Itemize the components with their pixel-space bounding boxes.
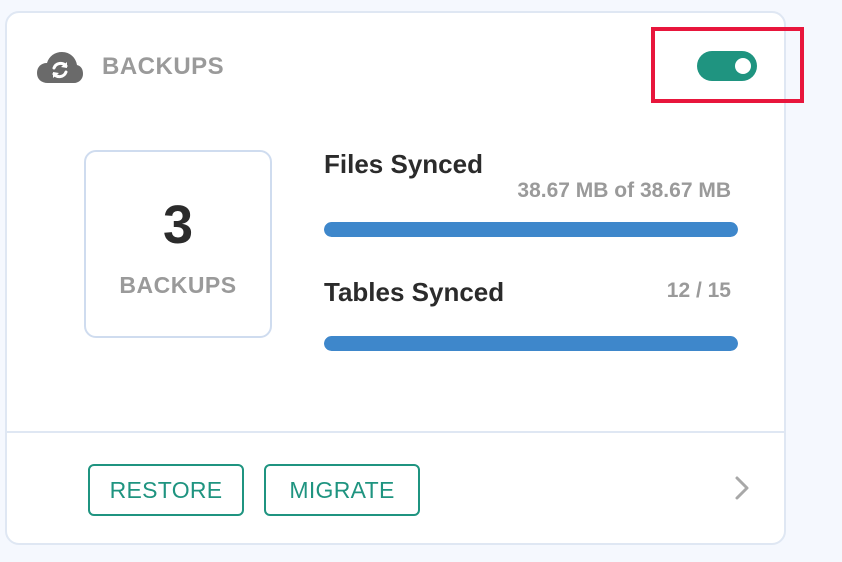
migrate-button[interactable]: MIGRATE: [264, 464, 420, 516]
tables-synced-progress: [324, 336, 738, 351]
tables-synced-value: 12 / 15: [666, 279, 731, 302]
card-title: BACKUPS: [102, 53, 225, 80]
files-synced-value: 38.67 MB of 38.67 MB: [517, 179, 731, 202]
files-synced-progress: [324, 222, 738, 237]
chevron-right-icon[interactable]: [731, 475, 753, 501]
card-divider: [7, 431, 784, 433]
cloud-sync-icon: [37, 51, 83, 85]
tables-synced-label: Tables Synced: [324, 277, 505, 307]
toggle-highlight-frame: [651, 27, 804, 103]
tables-synced-progress-fill: [324, 336, 738, 351]
backup-count-box: 3 BACKUPS: [84, 150, 272, 338]
backup-count: 3: [162, 195, 194, 255]
backup-count-label: BACKUPS: [119, 272, 237, 298]
files-synced-label: Files Synced: [324, 149, 483, 179]
restore-button[interactable]: RESTORE: [88, 464, 244, 516]
files-synced-progress-fill: [324, 222, 738, 237]
